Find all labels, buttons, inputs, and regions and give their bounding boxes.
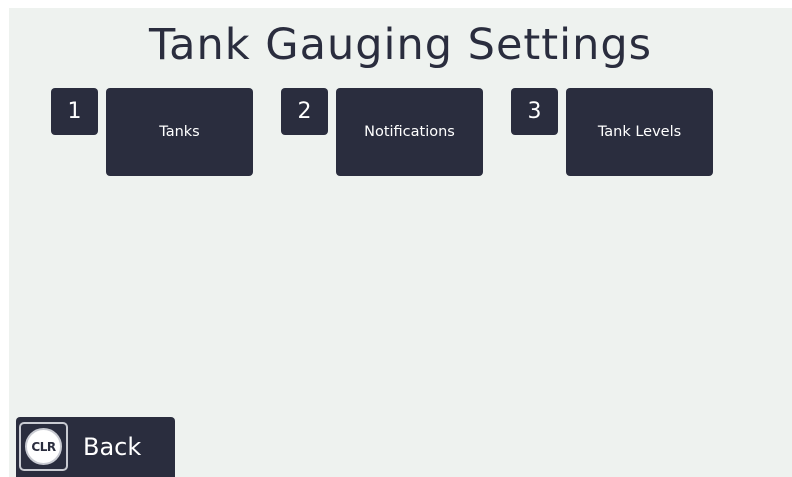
clr-icon: CLR — [19, 422, 68, 471]
notifications-number-button[interactable]: 2 — [281, 88, 328, 135]
tank-levels-button[interactable]: Tank Levels — [566, 88, 713, 176]
tanks-number: 1 — [67, 99, 82, 124]
back-button[interactable]: CLR Back — [16, 417, 175, 477]
tanks-button[interactable]: Tanks — [106, 88, 253, 176]
tanks-label: Tanks — [159, 124, 200, 140]
notifications-button[interactable]: Notifications — [336, 88, 483, 176]
back-label: Back — [83, 433, 142, 461]
clr-icon-text: CLR — [25, 428, 62, 465]
page-title: Tank Gauging Settings — [148, 20, 653, 70]
tank-levels-label: Tank Levels — [597, 124, 682, 140]
notifications-label: Notifications — [364, 124, 455, 140]
settings-screen: Tank Gauging Settings 1 Tanks 2 Notifica… — [9, 8, 792, 477]
notifications-number: 2 — [297, 99, 312, 124]
tanks-number-button[interactable]: 1 — [51, 88, 98, 135]
tank-levels-number: 3 — [527, 99, 542, 124]
tank-levels-number-button[interactable]: 3 — [511, 88, 558, 135]
